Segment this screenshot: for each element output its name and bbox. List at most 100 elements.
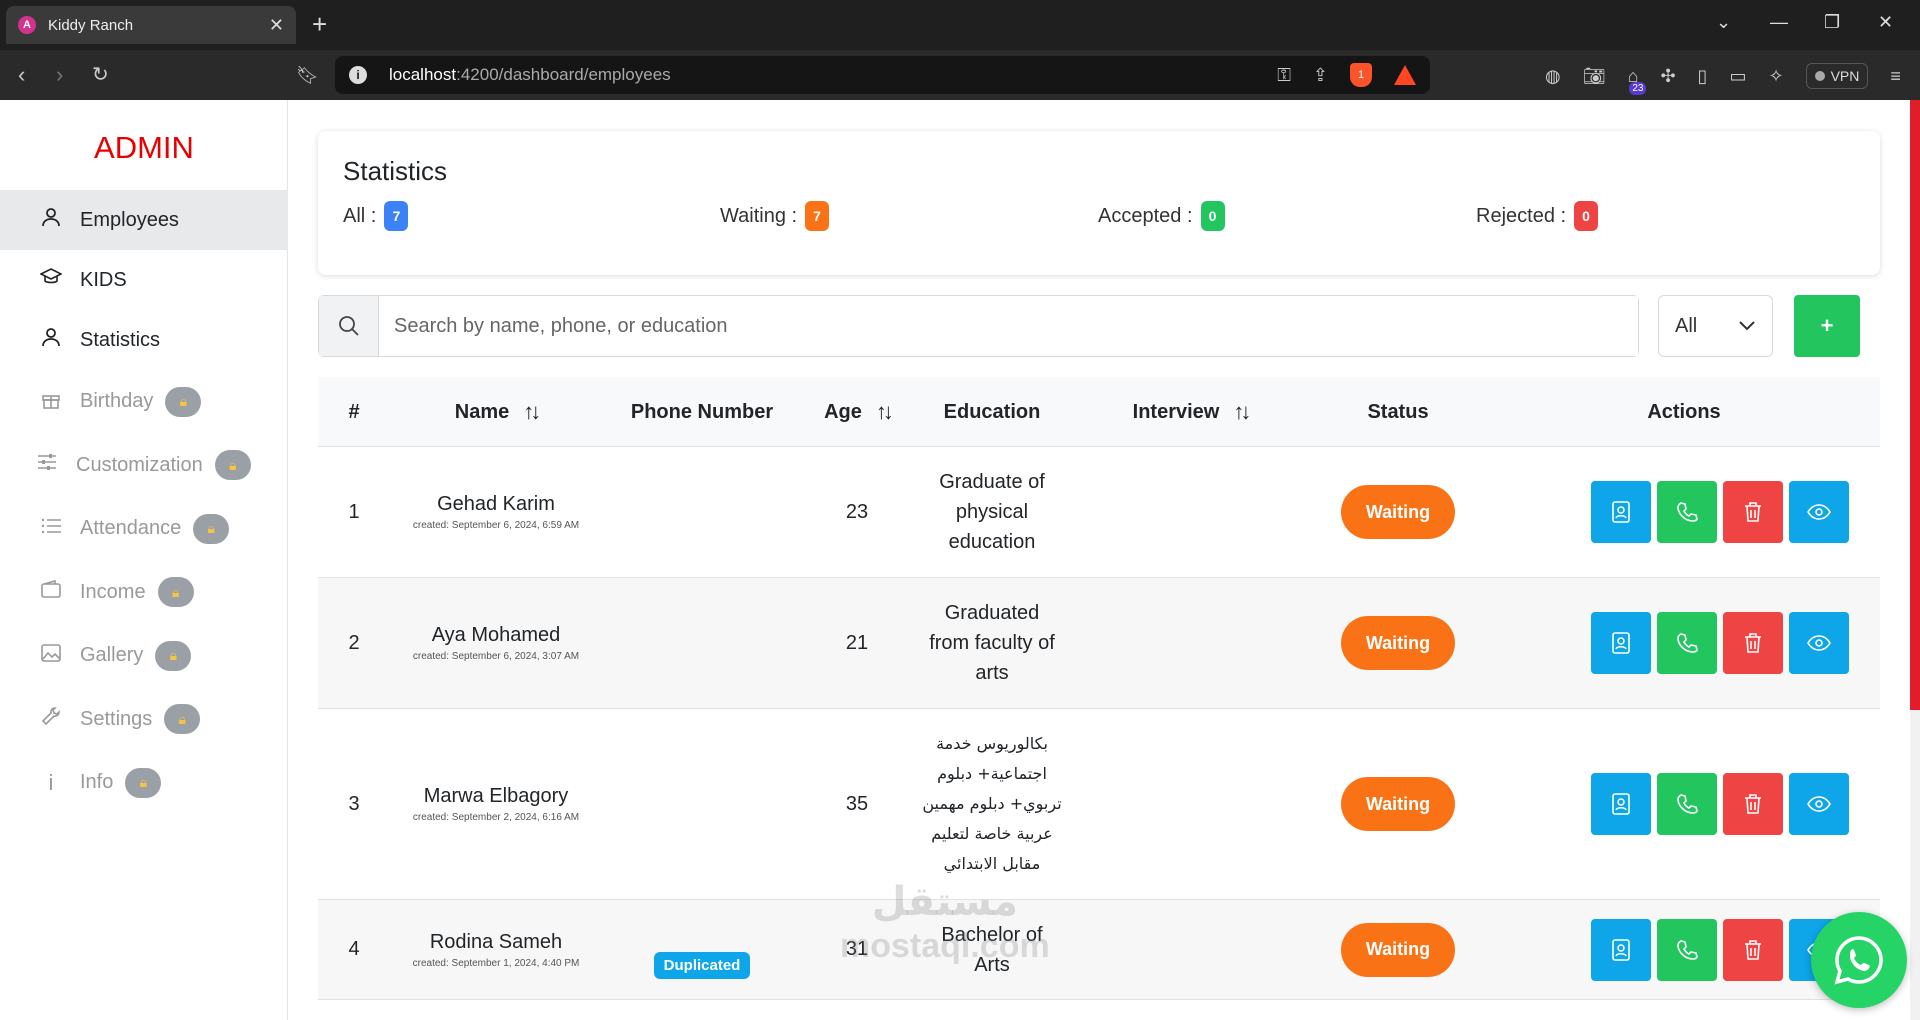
- sidebar-item-gallery[interactable]: Gallery 🔒︎: [0, 624, 288, 688]
- puzzle-icon[interactable]: ✣: [1660, 66, 1675, 87]
- view-button[interactable]: [1789, 773, 1849, 835]
- sort-icon[interactable]: ↑↓: [1233, 399, 1251, 425]
- new-tab-button[interactable]: +: [312, 10, 327, 38]
- contact-card-button[interactable]: [1591, 481, 1651, 543]
- globe-icon[interactable]: ◍: [1545, 66, 1561, 87]
- status-filter-select[interactable]: All: [1658, 295, 1773, 357]
- contact-card-icon: [1612, 793, 1630, 815]
- sidebar-item-label: Statistics: [80, 328, 161, 351]
- row-num: 2: [348, 631, 360, 654]
- bookmark-icon[interactable]: 🔖︎: [296, 62, 319, 88]
- forward-icon[interactable]: ›: [56, 62, 63, 88]
- sidebar-item-income[interactable]: Income 🔒︎: [0, 561, 288, 625]
- wallet-icon: [40, 580, 62, 604]
- back-icon[interactable]: ‹: [18, 62, 25, 88]
- contact-card-button[interactable]: [1591, 612, 1651, 674]
- sidebar-item-kids[interactable]: KIDS: [0, 250, 288, 310]
- row-name-cell: Marwa Elbagory created: September 2, 202…: [390, 709, 602, 899]
- sort-icon[interactable]: ↑↓: [876, 399, 894, 425]
- delete-button[interactable]: [1723, 481, 1783, 543]
- sidebar-item-employees[interactable]: Employees: [0, 190, 288, 250]
- lock-icon: 🔒︎: [165, 386, 202, 417]
- extension-badge-icon[interactable]: ⌂ 23: [1628, 66, 1647, 95]
- trash-icon: [1745, 502, 1761, 522]
- row-education: Graduate of physical education: [939, 471, 1045, 553]
- stat-all-count: 7: [384, 201, 409, 231]
- sidebar-item-birthday[interactable]: Birthday 🔒︎: [0, 370, 288, 434]
- brave-rewards-icon[interactable]: [1394, 65, 1416, 85]
- contact-card-icon: [1612, 501, 1630, 523]
- sidebar-item-statistics[interactable]: Statistics: [0, 310, 288, 370]
- lock-icon: 🔒︎: [157, 577, 194, 608]
- share-icon[interactable]: ⇪: [1313, 65, 1328, 86]
- delete-button[interactable]: [1723, 773, 1783, 835]
- stat-rejected: Rejected : 0: [1476, 201, 1599, 231]
- header-name[interactable]: Name ↑↓: [390, 377, 602, 447]
- sliders-icon: [36, 452, 58, 478]
- close-window-button[interactable]: ✕: [1878, 12, 1893, 33]
- row-num: 1: [348, 500, 360, 523]
- image-icon: [40, 643, 62, 668]
- add-employee-button[interactable]: +: [1794, 295, 1860, 357]
- employee-name: Gehad Karim: [437, 493, 555, 515]
- leo-ai-icon[interactable]: ✧: [1768, 66, 1783, 87]
- table-row: 4 Rodina Sameh created: September 1, 202…: [318, 900, 1880, 1000]
- call-button[interactable]: [1657, 773, 1717, 835]
- tab-list-chevron-icon[interactable]: ⌄: [1716, 12, 1731, 33]
- minimize-button[interactable]: —: [1770, 12, 1788, 33]
- filter-value: All: [1675, 314, 1698, 337]
- trash-icon: [1745, 794, 1761, 814]
- created-date: created: September 6, 2024, 3:07 AM: [412, 651, 580, 662]
- row-num: 4: [348, 938, 360, 960]
- restore-button[interactable]: ❐: [1824, 12, 1840, 33]
- sidebar-item-customization[interactable]: Customization 🔒︎: [0, 434, 288, 498]
- call-button[interactable]: [1657, 918, 1717, 981]
- header-interview[interactable]: Interview ↑↓: [1072, 377, 1308, 447]
- call-button[interactable]: [1657, 481, 1717, 543]
- table-row: 2 Aya Mohamed created: September 6, 2024…: [318, 578, 1880, 709]
- contact-card-button[interactable]: [1591, 918, 1651, 981]
- key-icon[interactable]: ⚿: [1277, 65, 1291, 86]
- stat-accepted: Accepted : 0: [1098, 201, 1225, 231]
- whatsapp-button[interactable]: [1811, 912, 1907, 1008]
- site-info-icon[interactable]: i: [349, 66, 367, 84]
- sidebar-item-settings[interactable]: Settings 🔒︎: [0, 688, 288, 752]
- eye-icon: [1807, 796, 1831, 812]
- search-input[interactable]: [379, 296, 1638, 356]
- tab-close-icon[interactable]: ✕: [269, 15, 284, 36]
- view-button[interactable]: [1789, 612, 1849, 674]
- reload-icon[interactable]: ↻: [92, 62, 109, 88]
- delete-button[interactable]: [1723, 612, 1783, 674]
- browser-tab[interactable]: A Kiddy Ranch ✕: [6, 6, 296, 44]
- trash-icon: [1745, 939, 1761, 960]
- employee-name: Aya Mohamed: [431, 624, 561, 646]
- call-button[interactable]: [1657, 612, 1717, 674]
- row-age: 35: [845, 792, 869, 815]
- table-row: 3 Marwa Elbagory created: September 2, 2…: [318, 709, 1880, 900]
- camera-icon[interactable]: 📷︎: [1583, 66, 1606, 87]
- sidebar-item-info[interactable]: i Info 🔒︎: [0, 751, 288, 815]
- delete-button[interactable]: [1723, 918, 1783, 981]
- lock-icon: 🔒︎: [125, 767, 162, 798]
- address-bar[interactable]: i localhost :4200/dashboard/employees ⚿ …: [335, 56, 1430, 94]
- sidebar-item-label: Income: [80, 580, 146, 603]
- row-name-cell: Rodina Sameh created: September 1, 2024,…: [390, 900, 602, 999]
- brave-shield-icon[interactable]: 1: [1350, 63, 1372, 87]
- view-button[interactable]: [1789, 481, 1849, 543]
- status-badge: Waiting: [1341, 777, 1455, 831]
- sort-icon[interactable]: ↑↓: [523, 399, 541, 425]
- wallet-icon[interactable]: ▭: [1729, 66, 1746, 87]
- menu-icon[interactable]: ≡: [1890, 66, 1901, 87]
- header-age[interactable]: Age ↑↓: [802, 377, 912, 447]
- row-num: 3: [348, 792, 360, 815]
- lock-icon: 🔒︎: [214, 450, 251, 481]
- vpn-button[interactable]: VPN: [1805, 63, 1869, 89]
- sidebar-toggle-icon[interactable]: ▯: [1698, 66, 1708, 87]
- info-icon: i: [48, 769, 54, 795]
- scrollbar-thumb[interactable]: [1910, 100, 1920, 710]
- user-icon: [40, 327, 62, 353]
- contact-card-button[interactable]: [1591, 773, 1651, 835]
- sidebar-item-attendance[interactable]: Attendance 🔒︎: [0, 497, 288, 561]
- sidebar-item-label: KIDS: [80, 268, 127, 291]
- header-education: Education: [943, 400, 1041, 423]
